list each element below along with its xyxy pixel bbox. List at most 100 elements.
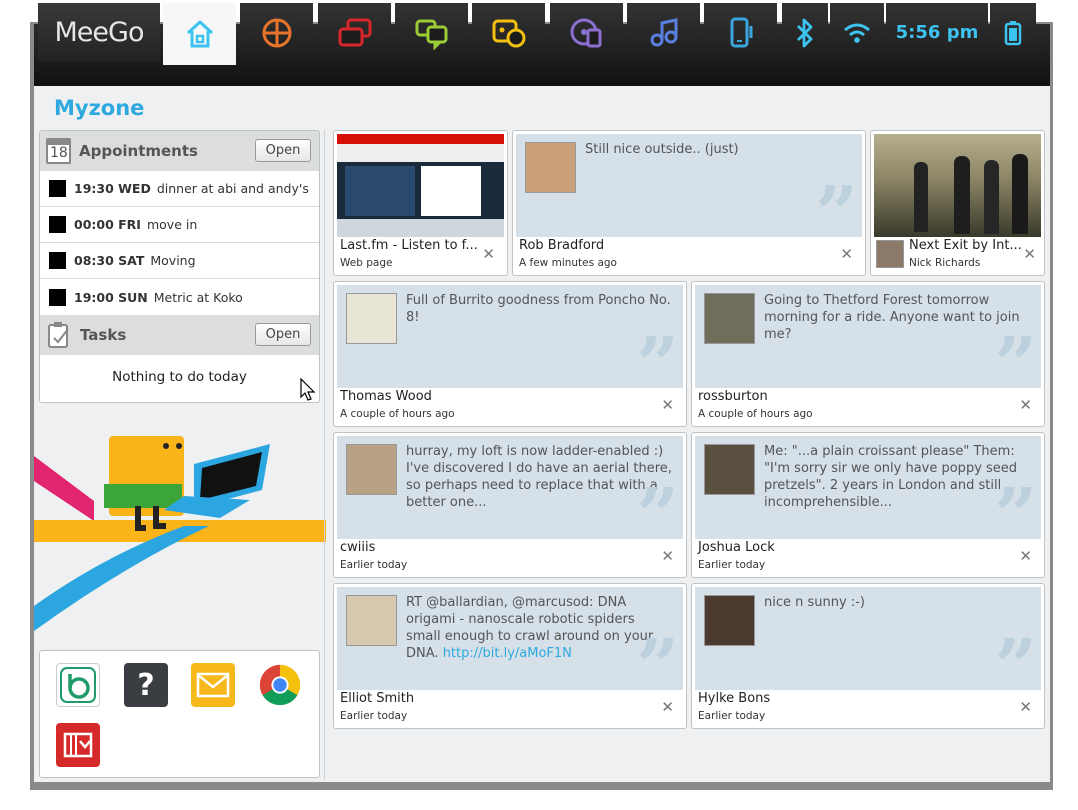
- wifi-icon: [844, 23, 870, 43]
- status-tile[interactable]: Full of Burrito goodness from Poncho No.…: [333, 281, 687, 427]
- tab-applications[interactable]: [240, 3, 313, 62]
- status-body: nice n sunny :-) ”: [695, 587, 1041, 690]
- status-tile[interactable]: nice n sunny :-) ” Hylke Bons Earlier to…: [691, 583, 1045, 729]
- status-time: A few minutes ago: [519, 257, 617, 269]
- photo-title: Next Exit by Int...: [909, 238, 1022, 253]
- status-link[interactable]: http://bit.ly/aMoF1N: [443, 646, 572, 661]
- calendar-color-swatch: [49, 288, 66, 306]
- close-icon[interactable]: ✕: [1023, 245, 1036, 263]
- app-email[interactable]: [191, 663, 235, 707]
- status-message: Still nice outside.. (just): [585, 142, 739, 157]
- web-page-type: Web page: [340, 257, 393, 269]
- photo-tile[interactable]: Next Exit by Int... Nick Richards ✕: [870, 130, 1045, 276]
- tab-media[interactable]: [550, 3, 623, 62]
- appointment-row[interactable]: 00:00 FRI move in: [40, 207, 319, 243]
- quote-mark-icon: ”: [994, 473, 1037, 539]
- status-message: hurray, my loft is now ladder-enabled :)…: [406, 444, 672, 510]
- close-icon[interactable]: ✕: [661, 396, 674, 414]
- avatar: [704, 293, 755, 344]
- email-icon: [196, 672, 230, 698]
- status-body: Going to Thetford Forest tomorrow mornin…: [695, 285, 1041, 388]
- tasks-title: Tasks: [80, 326, 127, 344]
- appointments-header: 18 Appointments Open: [40, 131, 319, 171]
- tab-music[interactable]: [627, 3, 700, 62]
- quote-mark-icon: ”: [994, 322, 1037, 388]
- appointment-row[interactable]: 19:30 WED dinner at abi and andy's: [40, 171, 319, 207]
- close-icon[interactable]: ✕: [661, 698, 674, 716]
- app-chrome[interactable]: [258, 663, 302, 707]
- close-icon[interactable]: ✕: [1019, 547, 1032, 565]
- status-tile[interactable]: hurray, my loft is now ladder-enabled :)…: [333, 432, 687, 578]
- tasks-icon: [48, 322, 69, 348]
- appointment-text: move in: [146, 217, 198, 232]
- close-icon[interactable]: ✕: [1019, 698, 1032, 716]
- author-name: Rob Bradford: [519, 238, 605, 253]
- app-banshee[interactable]: [56, 663, 100, 707]
- mouse-cursor-icon: [300, 378, 316, 401]
- chrome-icon: [259, 664, 301, 706]
- status-tile[interactable]: Going to Thetford Forest tomorrow mornin…: [691, 281, 1045, 427]
- page-title: Myzone: [54, 96, 145, 120]
- tab-people[interactable]: [472, 3, 545, 62]
- quote-mark-icon: ”: [815, 171, 858, 237]
- status-message: Going to Thetford Forest tomorrow mornin…: [764, 293, 1020, 342]
- author-name: Hylke Bons: [698, 691, 771, 706]
- close-icon[interactable]: ✕: [661, 547, 674, 565]
- appointment-time: 00:00 FRI: [74, 217, 141, 232]
- bluetooth-icon: [797, 18, 813, 47]
- appointment-row[interactable]: 19:00 SUN Metric at Koko: [40, 279, 319, 315]
- author-name: Joshua Lock: [698, 540, 775, 555]
- status-time: A couple of hours ago: [698, 408, 813, 420]
- close-icon[interactable]: ✕: [482, 245, 495, 263]
- photo-author: Nick Richards: [909, 257, 981, 269]
- clock[interactable]: 5:56 pm: [886, 3, 988, 62]
- status-tile[interactable]: RT @ballardian, @marcusod: DNA origami -…: [333, 583, 687, 729]
- web-page-title: Last.fm - Listen to f...: [340, 238, 478, 253]
- appointment-text: Moving: [150, 253, 196, 268]
- status-message: Me: "...a plain croissant please" Them: …: [764, 444, 1018, 510]
- appointments-open-button[interactable]: Open: [255, 139, 311, 162]
- status-time: A couple of hours ago: [340, 408, 455, 420]
- appointment-time: 08:30 SAT: [74, 253, 145, 268]
- status-time: Earlier today: [698, 559, 766, 571]
- bluetooth-status[interactable]: [782, 3, 828, 62]
- avatar: [704, 595, 755, 646]
- myzone-panel: Myzone 18 Appointments Open 19:30 WED di…: [34, 86, 1050, 782]
- author-name: Elliot Smith: [340, 691, 415, 706]
- status-tile[interactable]: Still nice outside.. (just) ” Rob Bradfo…: [512, 130, 866, 276]
- clock-time: 5:56 pm: [895, 22, 979, 43]
- quote-mark-icon: ”: [636, 624, 679, 690]
- wifi-status[interactable]: [830, 3, 884, 62]
- app-help[interactable]: ?: [124, 663, 168, 707]
- help-icon: ?: [137, 667, 155, 703]
- status-body: hurray, my loft is now ladder-enabled :)…: [337, 436, 683, 539]
- tab-status[interactable]: [395, 3, 468, 62]
- avatar: [525, 142, 576, 193]
- status-time: Earlier today: [698, 710, 766, 722]
- status-body: Me: "...a plain croissant please" Them: …: [695, 436, 1041, 539]
- appointment-row[interactable]: 08:30 SAT Moving: [40, 243, 319, 279]
- people-icon: [492, 19, 525, 47]
- close-icon[interactable]: ✕: [1019, 396, 1032, 414]
- calendar-day: 18: [50, 145, 68, 161]
- battery-status[interactable]: [990, 3, 1036, 62]
- tasks-open-button[interactable]: Open: [255, 323, 311, 346]
- close-icon[interactable]: ✕: [840, 245, 853, 263]
- status-tile[interactable]: Me: "...a plain croissant please" Them: …: [691, 432, 1045, 578]
- appointments-title: Appointments: [79, 142, 198, 160]
- tab-devices[interactable]: [704, 3, 777, 62]
- avatar: [704, 444, 755, 495]
- meego-logo[interactable]: MeeGo: [38, 3, 160, 62]
- status-body: Full of Burrito goodness from Poncho No.…: [337, 285, 683, 388]
- appointments-tasks-card: 18 Appointments Open 19:30 WED dinner at…: [39, 130, 320, 403]
- appointment-time: 19:00 SUN: [74, 289, 148, 305]
- tab-myzone[interactable]: [163, 3, 236, 65]
- photos-icon: [63, 732, 93, 758]
- avatar: [346, 293, 397, 344]
- status-time: Earlier today: [340, 710, 408, 722]
- web-page-tile[interactable]: Last.fm - Listen to f... Web page ✕: [333, 130, 508, 276]
- app-photos[interactable]: [56, 723, 100, 767]
- music-icon: [650, 17, 677, 46]
- calendar-color-swatch: [49, 252, 66, 269]
- tab-zones[interactable]: [318, 3, 391, 62]
